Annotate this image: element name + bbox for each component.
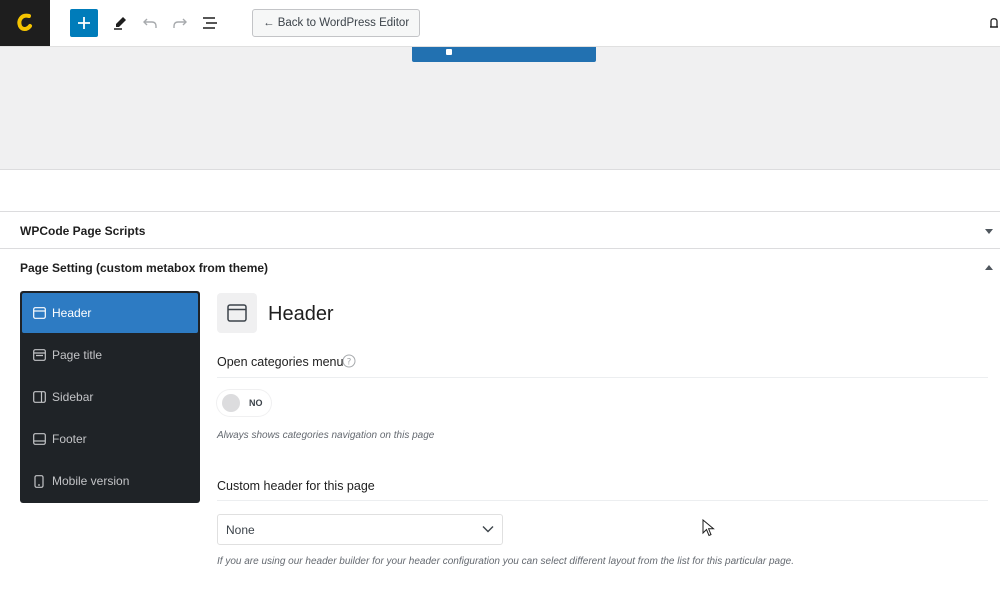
add-block-button[interactable] [70,9,98,37]
sidebar-item-sidebar[interactable]: Sidebar [22,377,198,417]
pencil-icon [114,17,126,30]
sidebar-item-label: Header [52,306,92,320]
select-value: None [226,523,255,537]
list-view-icon [203,17,217,29]
sidebar-item-label: Footer [52,432,87,446]
toggle-knob [222,394,240,412]
custom-header-label: Custom header for this page [217,479,375,493]
categories-menu-toggle[interactable]: NO [217,390,271,416]
custom-header-help-text: If you are using our header builder for … [217,556,794,567]
redo-icon [173,18,187,28]
sidebar-item-page-title[interactable]: Page title [22,335,198,375]
section-title: Header [268,303,334,325]
page-title-icon [32,348,46,362]
caret-down-icon[interactable] [984,226,994,236]
sidebar-item-label: Sidebar [52,390,94,404]
redo-button[interactable] [166,9,194,37]
editor-toolbar: ← Back to WordPress Editor [0,0,1000,47]
divider [217,500,988,501]
back-to-wordpress-editor-button[interactable]: ← Back to WordPress Editor [252,9,421,37]
header-layout-icon [227,304,247,322]
categories-menu-help-text: Always shows categories navigation on th… [217,430,435,441]
canvas-button-block[interactable] [412,47,596,62]
metabox-wpcode-page-scripts[interactable]: WPCode Page Scripts [0,211,1000,249]
chevron-down-icon [482,526,494,533]
bell-icon[interactable] [990,16,998,30]
button-block-icon [446,49,452,55]
cloud-logo-icon[interactable] [0,0,50,46]
mouse-cursor-icon [702,519,715,537]
sidebar-item-header[interactable]: Header [22,293,198,333]
svg-text:?: ? [347,358,352,368]
metabox-title: Page Setting (custom metabox from theme) [20,261,269,275]
undo-button[interactable] [136,9,164,37]
caret-up-icon[interactable] [984,263,994,273]
custom-header-select[interactable]: None [217,514,503,545]
header-layout-icon [32,306,46,320]
tools-button[interactable] [106,9,134,37]
help-icon[interactable]: ? [342,354,356,368]
undo-icon [143,18,157,28]
sidebar-item-footer[interactable]: Footer [22,419,198,459]
sidebar-item-label: Mobile version [52,474,130,488]
metabox-page-setting[interactable]: Page Setting (custom metabox from theme) [0,248,1000,286]
list-view-button[interactable] [196,9,224,37]
sidebar-layout-icon [32,390,46,404]
section-icon [217,293,257,333]
metabox-title: WPCode Page Scripts [20,224,146,238]
editor-canvas [0,47,1000,170]
sidebar-item-label: Page title [52,348,103,362]
open-categories-menu-label: Open categories menu [217,355,344,369]
toggle-state-text: NO [249,398,263,408]
sidebar-item-mobile-version[interactable]: Mobile version [22,461,198,501]
divider [217,377,988,378]
footer-layout-icon [32,432,46,446]
plus-icon [78,17,90,29]
mobile-icon [32,474,46,488]
settings-sidebar: Header Page title Sidebar Footer Mobile … [20,291,200,503]
